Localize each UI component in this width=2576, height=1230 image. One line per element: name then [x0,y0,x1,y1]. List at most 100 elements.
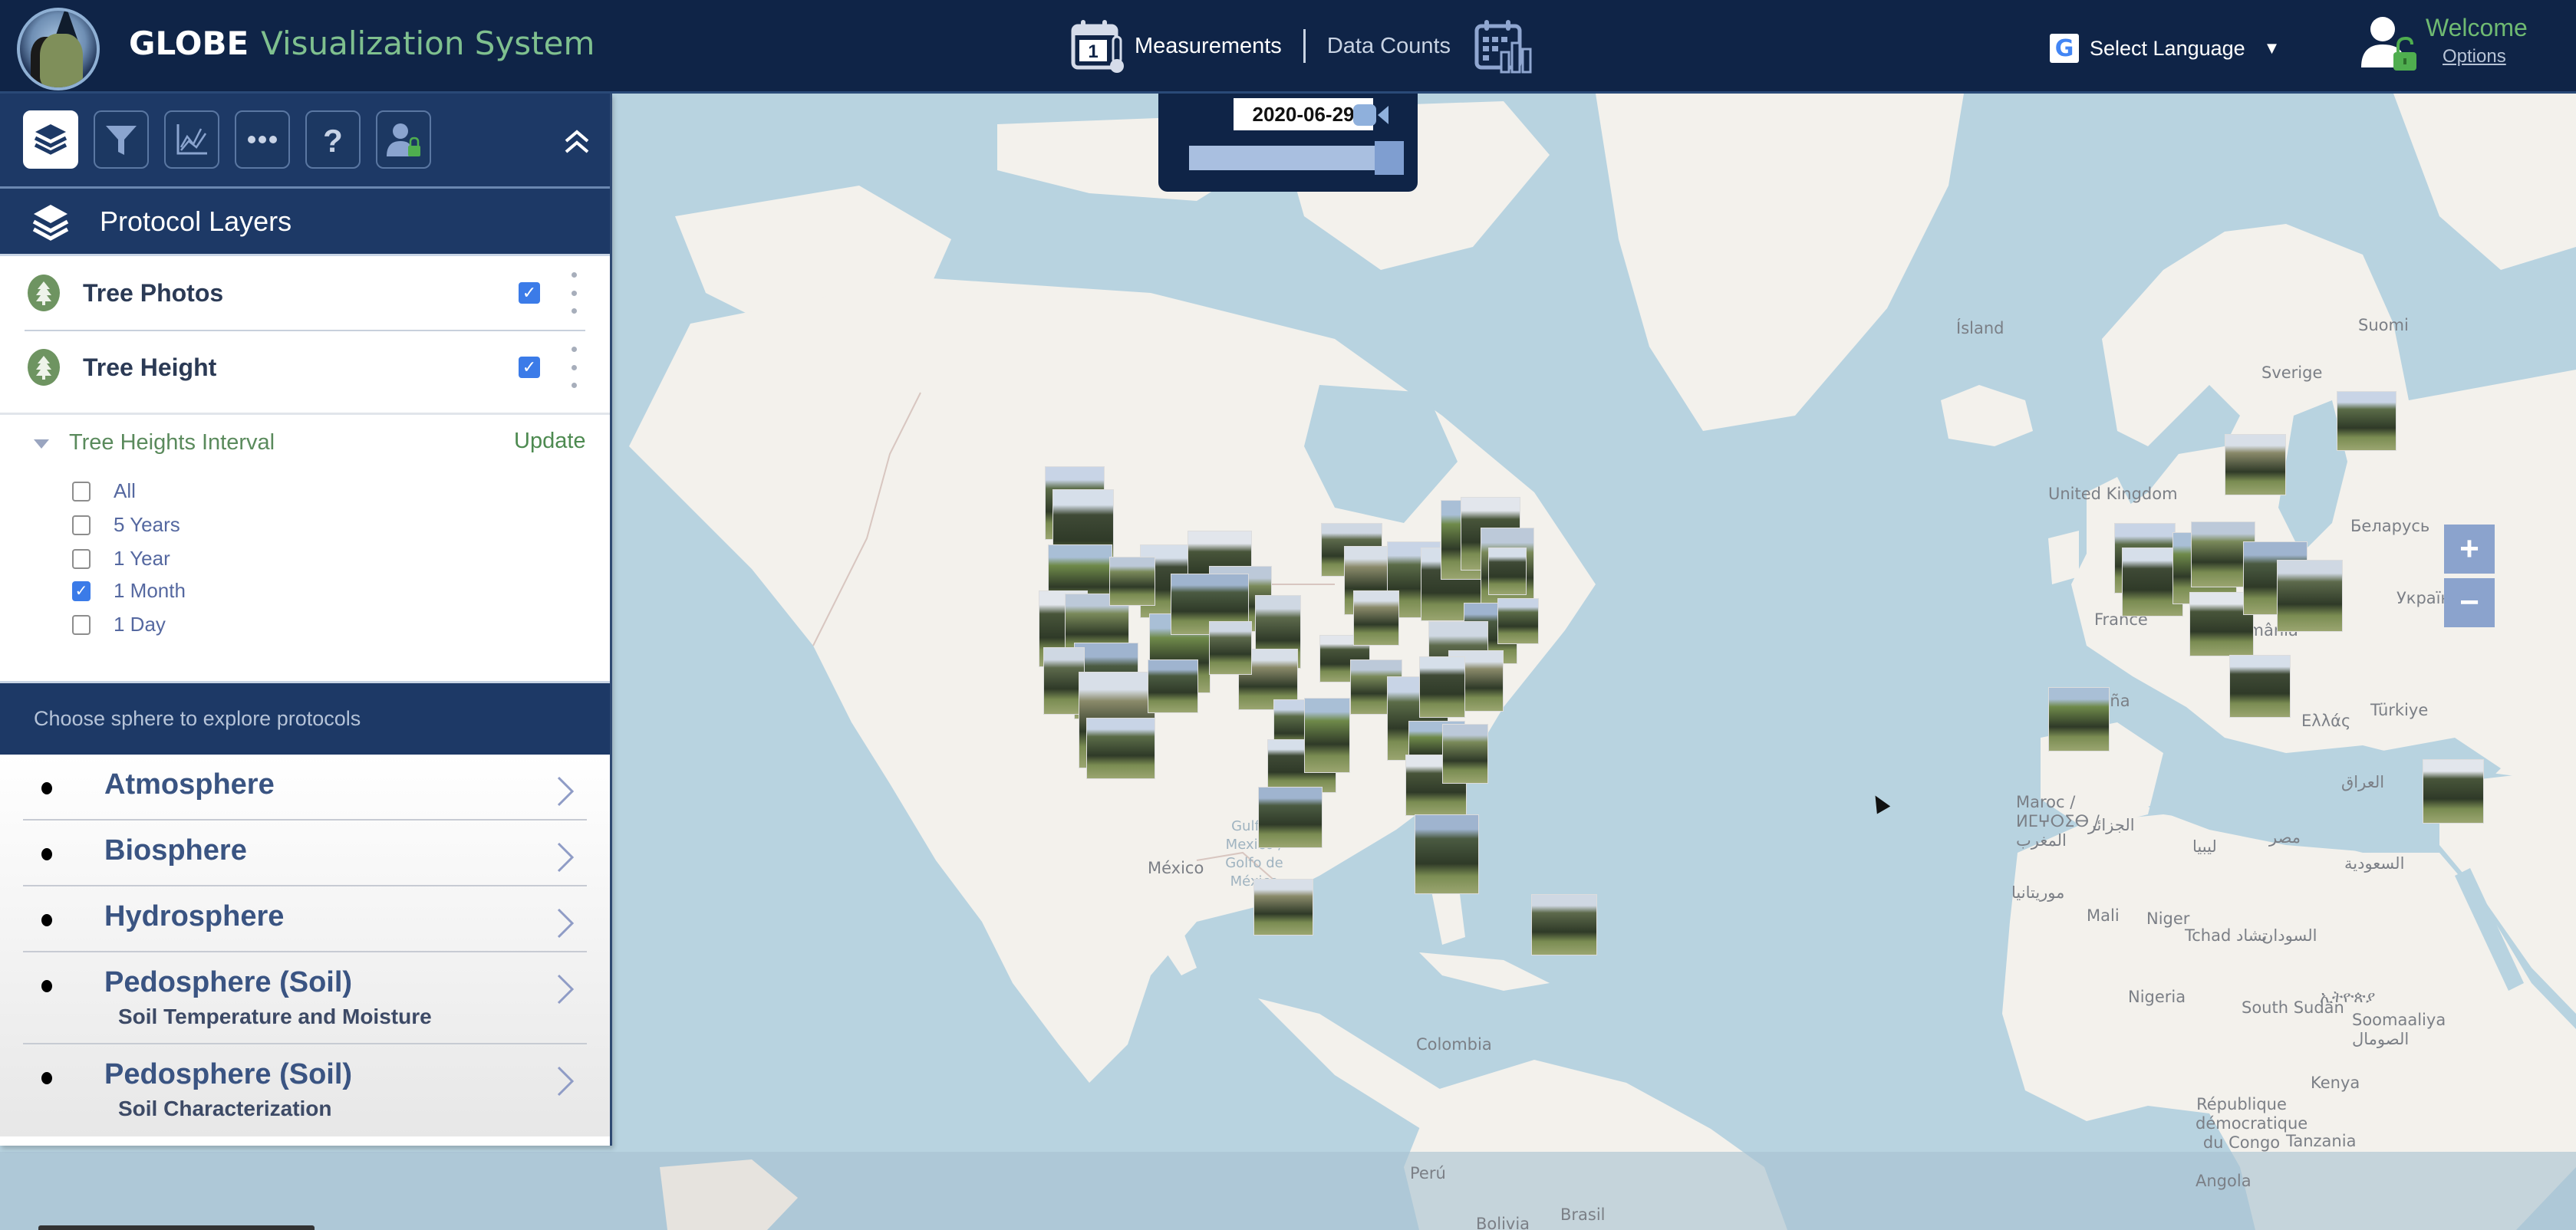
sphere-label: Pedosphere (Soil) [104,1058,353,1090]
update-button[interactable]: Update [514,429,586,454]
interval-option-5-years[interactable]: 5 Years [72,513,180,537]
sphere-list: Atmosphere Biosphere Hydrosphere Pedosph… [0,755,610,1136]
tree-photo-marker[interactable] [1109,557,1155,606]
language-selector[interactable]: G Select Language ▼ [2050,34,2280,63]
tree-photo-marker[interactable] [2229,655,2291,718]
tree-photo-marker[interactable] [2048,687,2110,751]
map-label: Soomaaliya الصومال [2352,1011,2446,1048]
tree-photo-marker[interactable] [1353,590,1399,646]
calendar-thermometer-icon[interactable]: 1 [1070,17,1128,75]
map-label: ኢትዮጵያ [2320,988,2376,1006]
bullet-icon [41,1072,52,1084]
sphere-prompt: Choose sphere to explore protocols [34,707,361,730]
interval-checkbox[interactable] [72,515,91,535]
data-counts-tab[interactable]: Data Counts [1327,34,1451,59]
sphere-item-pedosphere-temp-moisture[interactable]: Pedosphere (Soil) Soil Temperature and M… [23,952,587,1044]
video-camera-icon[interactable] [1352,100,1390,130]
map-label: موريتانيا [2011,883,2065,902]
user-lock-icon [387,123,420,156]
globe-logo[interactable] [17,8,100,90]
tree-photo-marker[interactable] [2277,560,2343,632]
tree-photo-marker[interactable] [1253,879,1313,936]
language-label: Select Language [2090,36,2245,60]
chevron-right-icon [557,1066,575,1097]
sidebar-toolbar: ? [0,94,610,189]
map-label: Colombia [1416,1035,1492,1054]
tree-photo-marker[interactable] [1258,787,1323,848]
interval-title: Tree Heights Interval [69,430,275,455]
zoom-out-button[interactable]: − [2444,578,2495,627]
tree-photo-marker[interactable] [1497,598,1539,644]
zoom-in-button[interactable]: + [2444,525,2495,574]
tree-photo-marker[interactable] [2423,759,2484,824]
options-link[interactable]: Options [2443,46,2506,67]
layer-menu-icon[interactable] [569,347,578,388]
collapse-caret-icon[interactable] [34,439,49,449]
sphere-prompt-bar: Choose sphere to explore protocols [0,681,610,755]
app-title-rest: Visualization System [261,25,595,62]
tree-photo-marker[interactable] [1086,718,1155,779]
calendar-bar-chart-icon[interactable] [1474,17,1533,75]
map-label: Kenya [2311,1074,2360,1092]
double-chevron-up-icon [565,130,589,153]
svg-text:1: 1 [1088,41,1098,62]
protocol-layers-header: Protocol Layers [0,189,610,256]
video-progress-bar [38,1225,315,1230]
sphere-label: Pedosphere (Soil) [104,966,353,998]
interval-checkbox[interactable] [72,614,91,635]
date-slider[interactable] [1189,141,1404,175]
view-mode-nav: 1 Measurements Data Counts [1070,14,1533,78]
layers-icon [34,124,68,155]
interval-checkbox[interactable] [72,548,91,569]
tree-photo-marker[interactable] [1148,659,1198,713]
dropdown-caret-icon: ▼ [2263,38,2281,58]
interval-checkbox[interactable] [72,481,91,502]
layers-tool-button[interactable] [23,110,78,169]
chevron-right-icon [557,842,575,873]
user-unlock-icon[interactable] [2360,14,2421,72]
layer-menu-icon[interactable] [569,272,578,314]
zoom-control: + − [2444,525,2495,630]
tree-photo-marker[interactable] [1209,621,1252,675]
sphere-item-atmosphere[interactable]: Atmosphere [23,755,587,821]
date-slider-handle[interactable] [1375,141,1404,175]
sphere-item-pedosphere-characterization[interactable]: Pedosphere (Soil) Soil Characterization [23,1044,587,1136]
interval-label: All [114,479,136,502]
collapse-panel-button[interactable] [558,124,595,158]
tree-photo-marker[interactable] [1304,698,1350,773]
map-label: الجزائر [2088,816,2135,834]
map-label: ليبيا [2192,837,2217,856]
map-label: Bolivia [1476,1215,1530,1230]
tree-icon [28,275,60,311]
layer-checkbox[interactable]: ✓ [519,282,540,304]
interval-checkbox[interactable]: ✓ [72,580,91,601]
tree-photo-marker[interactable] [1488,548,1527,595]
nav-divider [1303,29,1306,63]
filter-tool-button[interactable] [94,110,149,169]
account-tool-button[interactable] [376,110,431,169]
chart-tool-button[interactable] [164,110,219,169]
tree-photo-marker[interactable] [2225,434,2286,495]
interval-option-1-year[interactable]: 1 Year [72,547,170,571]
map-label: Mali [2087,906,2120,925]
tree-photo-marker[interactable] [2337,391,2396,451]
sphere-item-biosphere[interactable]: Biosphere [23,821,587,886]
interval-option-all[interactable]: All [72,479,136,503]
map-label: Perú [1410,1164,1446,1182]
tree-photo-marker[interactable] [1531,894,1597,955]
more-tool-button[interactable] [235,110,290,169]
interval-option-1-day[interactable]: 1 Day [72,613,166,636]
layers-icon [32,204,69,241]
tree-photo-marker[interactable] [1415,814,1479,894]
layer-checkbox[interactable]: ✓ [519,357,540,378]
layer-row-tree-photos: Tree Photos ✓ [0,256,610,330]
svg-text:?: ? [323,123,343,158]
welcome-text: Welcome [2426,14,2528,41]
help-tool-button[interactable]: ? [305,110,361,169]
sphere-item-hydrosphere[interactable]: Hydrosphere [23,886,587,952]
interval-option-1-month[interactable]: ✓ 1 Month [72,579,186,603]
tree-photo-marker[interactable] [1419,656,1465,718]
map-label: République démocratique du Congo [2196,1095,2308,1152]
measurements-tab[interactable]: Measurements [1135,34,1282,59]
tree-photo-marker[interactable] [1442,724,1488,784]
